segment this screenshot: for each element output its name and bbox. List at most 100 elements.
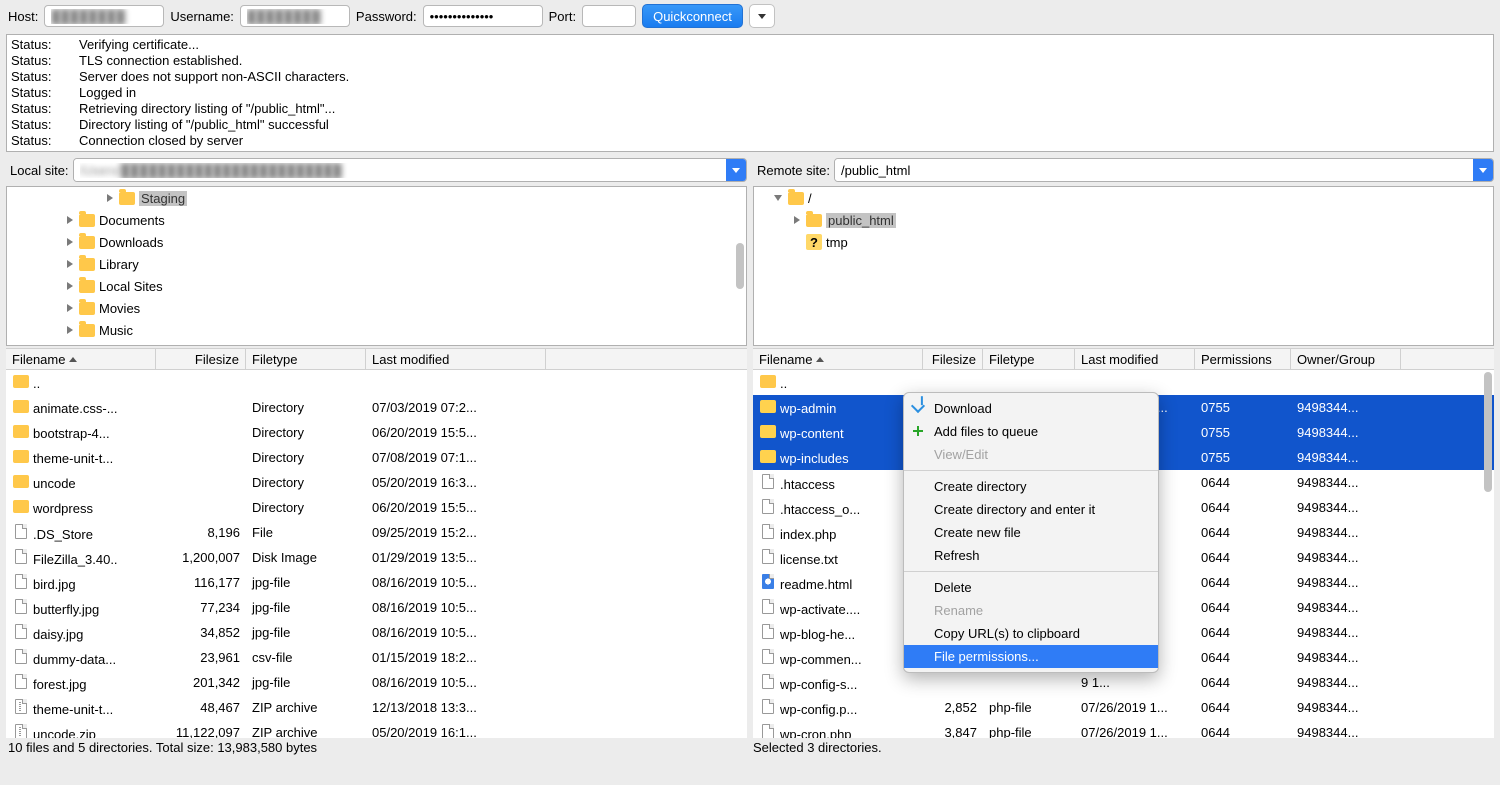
column-header[interactable]: Filesize [156, 349, 246, 369]
folder-icon [79, 324, 95, 337]
filename: wp-cron.php [780, 727, 852, 739]
permissions: 0755 [1195, 450, 1291, 465]
permissions: 0644 [1195, 525, 1291, 540]
last-modified: 08/16/2019 10:5... [366, 575, 546, 590]
column-header[interactable]: Permissions [1195, 349, 1291, 369]
table-row[interactable]: butterfly.jpg77,234jpg-file08/16/2019 10… [6, 595, 747, 620]
local-site-input[interactable] [74, 159, 726, 181]
column-header[interactable]: Last modified [1075, 349, 1195, 369]
scrollbar-thumb[interactable] [1484, 372, 1492, 492]
menu-item[interactable]: Delete [904, 576, 1158, 599]
filesize: 116,177 [156, 575, 246, 590]
port-input[interactable] [582, 5, 636, 27]
remote-site-combo[interactable] [834, 158, 1494, 182]
filesize: 8,196 [156, 525, 246, 540]
table-row[interactable]: wp-config.p...2,852php-file07/26/2019 1.… [753, 695, 1494, 720]
file-icon [15, 624, 27, 639]
remote-site-dropdown[interactable] [1473, 159, 1493, 181]
disclosure-triangle-icon[interactable] [794, 216, 800, 224]
tree-item[interactable]: Music [7, 319, 746, 341]
table-row[interactable]: wp-config-s...9 1...06449498344... [753, 670, 1494, 695]
disclosure-triangle-icon[interactable] [67, 260, 73, 268]
tree-item[interactable]: ?tmp [754, 231, 1493, 253]
column-header[interactable]: Filetype [983, 349, 1075, 369]
local-site-combo[interactable] [73, 158, 747, 182]
host-input[interactable] [44, 5, 164, 27]
file-icon [762, 624, 774, 639]
menu-item[interactable]: Add files to queue [904, 420, 1158, 443]
table-row[interactable]: daisy.jpg34,852jpg-file08/16/2019 10:5..… [6, 620, 747, 645]
table-row[interactable]: .. [6, 370, 747, 395]
table-row[interactable]: wordpressDirectory06/20/2019 15:5... [6, 495, 747, 520]
column-label: Filetype [252, 352, 298, 367]
column-header[interactable]: Owner/Group [1291, 349, 1401, 369]
username-input[interactable] [240, 5, 350, 27]
table-row[interactable]: forest.jpg201,342jpg-file08/16/2019 10:5… [6, 670, 747, 695]
menu-item[interactable]: Copy URL(s) to clipboard [904, 622, 1158, 645]
scrollbar[interactable] [1482, 372, 1492, 734]
disclosure-triangle-icon[interactable] [774, 195, 782, 201]
remote-file-list[interactable]: FilenameFilesizeFiletypeLast modifiedPer… [753, 348, 1494, 738]
menu-item[interactable]: Download [904, 397, 1158, 420]
file-icon [762, 599, 774, 614]
column-header[interactable]: Filesize [923, 349, 983, 369]
column-header[interactable]: Filename [6, 349, 156, 369]
local-directory-tree[interactable]: StagingDocumentsDownloadsLibraryLocal Si… [6, 186, 747, 346]
filename: wp-commen... [780, 652, 862, 667]
quickconnect-history-button[interactable] [749, 4, 775, 28]
column-header[interactable]: Filetype [246, 349, 366, 369]
scrollbar[interactable] [734, 191, 744, 341]
tree-item[interactable]: Local Sites [7, 275, 746, 297]
disclosure-triangle-icon[interactable] [107, 194, 113, 202]
menu-separator [904, 571, 1158, 572]
disclosure-triangle-icon[interactable] [67, 216, 73, 224]
column-header[interactable]: Last modified [366, 349, 546, 369]
disclosure-triangle-icon[interactable] [67, 238, 73, 246]
table-row[interactable]: bootstrap-4...Directory06/20/2019 15:5..… [6, 420, 747, 445]
menu-item[interactable]: Create directory [904, 475, 1158, 498]
message-log[interactable]: Status:Verifying certificate...Status:TL… [6, 34, 1494, 152]
menu-item[interactable]: File permissions... [904, 645, 1158, 668]
table-row[interactable]: uncode.zip11,122,097ZIP archive05/20/201… [6, 720, 747, 738]
quickconnect-button[interactable]: Quickconnect [642, 4, 743, 28]
tree-item[interactable]: public_html [754, 209, 1493, 231]
disclosure-triangle-icon[interactable] [67, 326, 73, 334]
remote-status: Selected 3 directories. [753, 740, 1492, 756]
table-row[interactable]: theme-unit-t...Directory07/08/2019 07:1.… [6, 445, 747, 470]
remote-site-input[interactable] [835, 159, 1473, 181]
menu-item[interactable]: Create directory and enter it [904, 498, 1158, 521]
tree-item[interactable]: / [754, 187, 1493, 209]
filename: wp-admin [780, 401, 836, 416]
log-row: Status:Verifying certificate... [11, 37, 1489, 53]
menu-item-label: Download [934, 401, 992, 416]
tree-item[interactable]: Documents [7, 209, 746, 231]
filetype: jpg-file [246, 600, 366, 615]
table-row[interactable]: theme-unit-t...48,467ZIP archive12/13/20… [6, 695, 747, 720]
remote-directory-tree[interactable]: /public_html?tmp [753, 186, 1494, 346]
password-input[interactable] [423, 5, 543, 27]
disclosure-triangle-icon[interactable] [67, 304, 73, 312]
table-row[interactable]: wp-cron.php3,847php-file07/26/2019 1...0… [753, 720, 1494, 738]
table-row[interactable]: bird.jpg116,177jpg-file08/16/2019 10:5..… [6, 570, 747, 595]
table-row[interactable]: uncodeDirectory05/20/2019 16:3... [6, 470, 747, 495]
owner-group: 9498344... [1291, 450, 1401, 465]
column-header[interactable]: Filename [753, 349, 923, 369]
table-row[interactable]: .DS_Store8,196File09/25/2019 15:2... [6, 520, 747, 545]
table-row[interactable]: FileZilla_3.40..1,200,007Disk Image01/29… [6, 545, 747, 570]
local-site-dropdown[interactable] [726, 159, 746, 181]
table-row[interactable]: animate.css-...Directory07/03/2019 07:2.… [6, 395, 747, 420]
tree-item[interactable]: Downloads [7, 231, 746, 253]
scrollbar-thumb[interactable] [736, 243, 744, 289]
tree-item[interactable]: Library [7, 253, 746, 275]
tree-item[interactable]: Staging [7, 187, 746, 209]
last-modified: 07/08/2019 07:1... [366, 450, 546, 465]
filesize: 77,234 [156, 600, 246, 615]
table-row[interactable]: dummy-data...23,961csv-file01/15/2019 18… [6, 645, 747, 670]
permissions: 0644 [1195, 575, 1291, 590]
local-file-list[interactable]: FilenameFilesize Filetype Last modified ..… [6, 348, 747, 738]
filetype: Disk Image [246, 550, 366, 565]
menu-item[interactable]: Create new file [904, 521, 1158, 544]
menu-item[interactable]: Refresh [904, 544, 1158, 567]
tree-item[interactable]: Movies [7, 297, 746, 319]
disclosure-triangle-icon[interactable] [67, 282, 73, 290]
